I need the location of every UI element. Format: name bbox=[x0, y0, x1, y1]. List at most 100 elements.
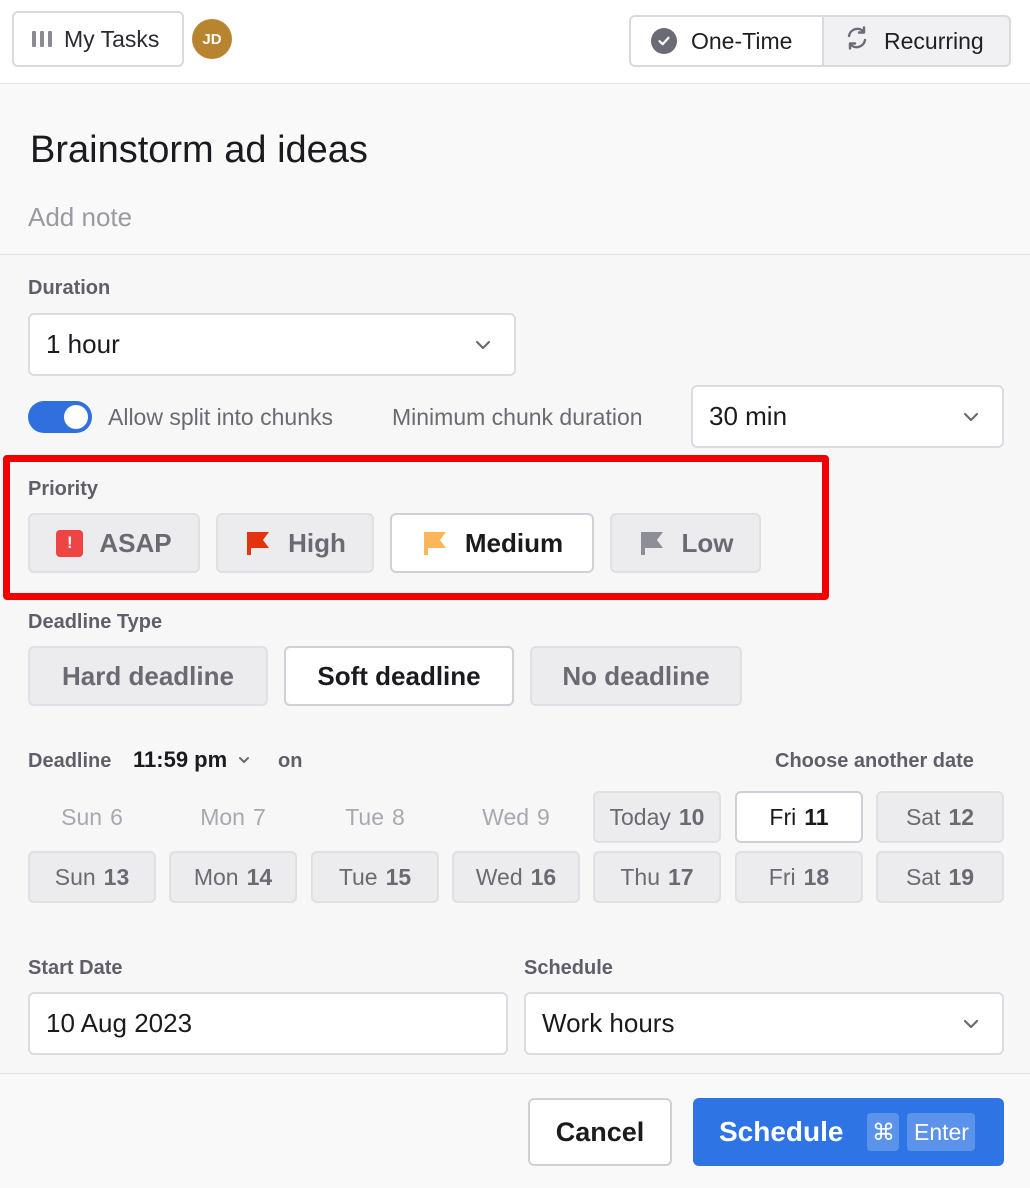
chevron-down-icon bbox=[475, 340, 491, 349]
flag-icon bbox=[423, 532, 446, 555]
hard-deadline-button[interactable]: Hard deadline bbox=[28, 646, 268, 706]
avatar[interactable]: JD bbox=[192, 19, 232, 59]
header: My Tasks JD One-Time Recurring bbox=[0, 0, 1030, 84]
flag-icon bbox=[640, 532, 663, 555]
recurring-arrows-icon bbox=[844, 25, 870, 57]
no-deadline-button[interactable]: No deadline bbox=[530, 646, 742, 706]
schedule-value: Work hours bbox=[542, 1008, 675, 1038]
duration-select[interactable]: 1 hour bbox=[28, 313, 516, 376]
min-chunk-label: Minimum chunk duration bbox=[392, 404, 643, 430]
my-tasks-label: My Tasks bbox=[64, 25, 160, 52]
cancel-button[interactable]: Cancel bbox=[528, 1098, 672, 1166]
day-number: 7 bbox=[252, 803, 266, 830]
day-name: Mon bbox=[200, 803, 245, 830]
day-name: Thu bbox=[620, 863, 661, 890]
start-date-input[interactable] bbox=[28, 992, 508, 1055]
tab-recurring-label: Recurring bbox=[884, 27, 984, 54]
soft-deadline-button[interactable]: Soft deadline bbox=[284, 646, 514, 706]
tab-recurring[interactable]: Recurring bbox=[824, 17, 1009, 65]
priority-medium-button[interactable]: Medium bbox=[390, 513, 594, 573]
columns-icon bbox=[32, 30, 52, 48]
deadline-label: Deadline bbox=[28, 750, 112, 772]
min-chunk-value: 30 min bbox=[709, 401, 788, 431]
flag-icon bbox=[247, 532, 270, 555]
day-name: Sat bbox=[905, 803, 941, 830]
footer: Cancel Schedule ⌘ Enter bbox=[0, 1073, 1030, 1188]
check-circle-icon bbox=[651, 28, 677, 54]
day-name: Wed bbox=[482, 803, 530, 830]
deadline-day-button: Sun 6 bbox=[28, 791, 156, 843]
day-name: Tue bbox=[345, 803, 384, 830]
deadline-type-label: Deadline Type bbox=[28, 611, 163, 633]
task-title-section: Brainstorm ad ideas bbox=[0, 85, 1030, 255]
tab-one-time-label: One-Time bbox=[691, 27, 793, 54]
schedule-select[interactable]: Work hours bbox=[524, 992, 1004, 1055]
day-number: 19 bbox=[948, 863, 975, 890]
chevron-down-icon bbox=[963, 412, 979, 421]
priority-label: Priority bbox=[28, 478, 99, 500]
priority-asap-label: ASAP bbox=[99, 527, 172, 558]
day-name: Today bbox=[609, 803, 671, 830]
split-chunks-toggle[interactable] bbox=[28, 401, 92, 433]
min-chunk-select[interactable]: 30 min bbox=[691, 385, 1004, 448]
no-deadline-label: No deadline bbox=[562, 660, 710, 691]
task-title[interactable]: Brainstorm ad ideas bbox=[30, 129, 368, 172]
deadline-time-select[interactable]: 11:59 pm bbox=[133, 747, 251, 773]
exclamation-square-icon: ! bbox=[56, 529, 84, 557]
priority-high-label: High bbox=[288, 527, 346, 558]
deadline-day-button[interactable]: Today 10 bbox=[593, 791, 721, 843]
schedule-button-label: Schedule bbox=[719, 1116, 844, 1147]
chevron-down-icon bbox=[963, 1019, 979, 1028]
split-chunks-label: Allow split into chunks bbox=[108, 404, 333, 430]
my-tasks-button[interactable]: My Tasks bbox=[12, 11, 184, 67]
chevron-down-icon bbox=[239, 757, 250, 763]
day-name: Wed bbox=[475, 863, 523, 890]
day-number: 8 bbox=[391, 803, 405, 830]
command-key-icon: ⌘ bbox=[867, 1113, 900, 1151]
priority-low-label: Low bbox=[681, 527, 734, 558]
soft-deadline-label: Soft deadline bbox=[317, 660, 481, 691]
deadline-day-button[interactable]: Thu 17 bbox=[593, 851, 721, 903]
deadline-time: 11:59 pm bbox=[133, 747, 228, 772]
day-number: 14 bbox=[246, 863, 273, 890]
day-number: 9 bbox=[537, 803, 550, 830]
deadline-day-button[interactable]: Sat 19 bbox=[876, 851, 1004, 903]
deadline-day-button: Wed 9 bbox=[452, 791, 580, 843]
start-date-label: Start Date bbox=[28, 957, 123, 979]
deadline-day-button[interactable]: Sun 13 bbox=[28, 851, 156, 903]
tab-one-time[interactable]: One-Time bbox=[631, 17, 824, 65]
schedule-label: Schedule bbox=[524, 957, 613, 979]
deadline-day-button[interactable]: Mon 14 bbox=[169, 851, 297, 903]
day-name: Sat bbox=[905, 863, 941, 890]
priority-low-button[interactable]: Low bbox=[610, 513, 761, 573]
day-number: 18 bbox=[803, 863, 830, 890]
day-name: Fri bbox=[769, 803, 797, 830]
deadline-on-label: on bbox=[278, 750, 303, 772]
task-type-toggle: One-Time Recurring bbox=[629, 15, 1011, 67]
priority-medium-label: Medium bbox=[464, 527, 564, 558]
deadline-day-button[interactable]: Fri 18 bbox=[735, 851, 863, 903]
priority-asap-button[interactable]: ! ASAP bbox=[28, 513, 200, 573]
day-name: Fri bbox=[768, 863, 796, 890]
duration-label: Duration bbox=[28, 277, 111, 299]
day-name: Sun bbox=[61, 803, 103, 830]
day-name: Tue bbox=[338, 863, 378, 890]
day-number: 10 bbox=[678, 803, 705, 830]
choose-another-date-link[interactable]: Choose another date bbox=[775, 750, 974, 773]
day-number: 17 bbox=[668, 863, 694, 890]
priority-high-button[interactable]: High bbox=[216, 513, 374, 573]
day-number: 11 bbox=[804, 803, 829, 830]
deadline-day-button[interactable]: Fri 11 bbox=[735, 791, 863, 843]
deadline-day-button[interactable]: Sat 12 bbox=[876, 791, 1004, 843]
note-input[interactable] bbox=[28, 197, 628, 237]
deadline-day-button[interactable]: Wed 16 bbox=[452, 851, 580, 903]
deadline-day-button: Mon 7 bbox=[169, 791, 297, 843]
schedule-button[interactable]: Schedule ⌘ Enter bbox=[693, 1098, 1004, 1166]
enter-key-hint: Enter bbox=[907, 1113, 976, 1151]
deadline-day-button[interactable]: Tue 15 bbox=[311, 851, 439, 903]
day-number: 6 bbox=[110, 803, 123, 830]
day-name: Mon bbox=[193, 863, 239, 890]
hard-deadline-label: Hard deadline bbox=[62, 660, 234, 691]
day-number: 13 bbox=[103, 863, 130, 890]
day-number: 15 bbox=[385, 863, 412, 890]
